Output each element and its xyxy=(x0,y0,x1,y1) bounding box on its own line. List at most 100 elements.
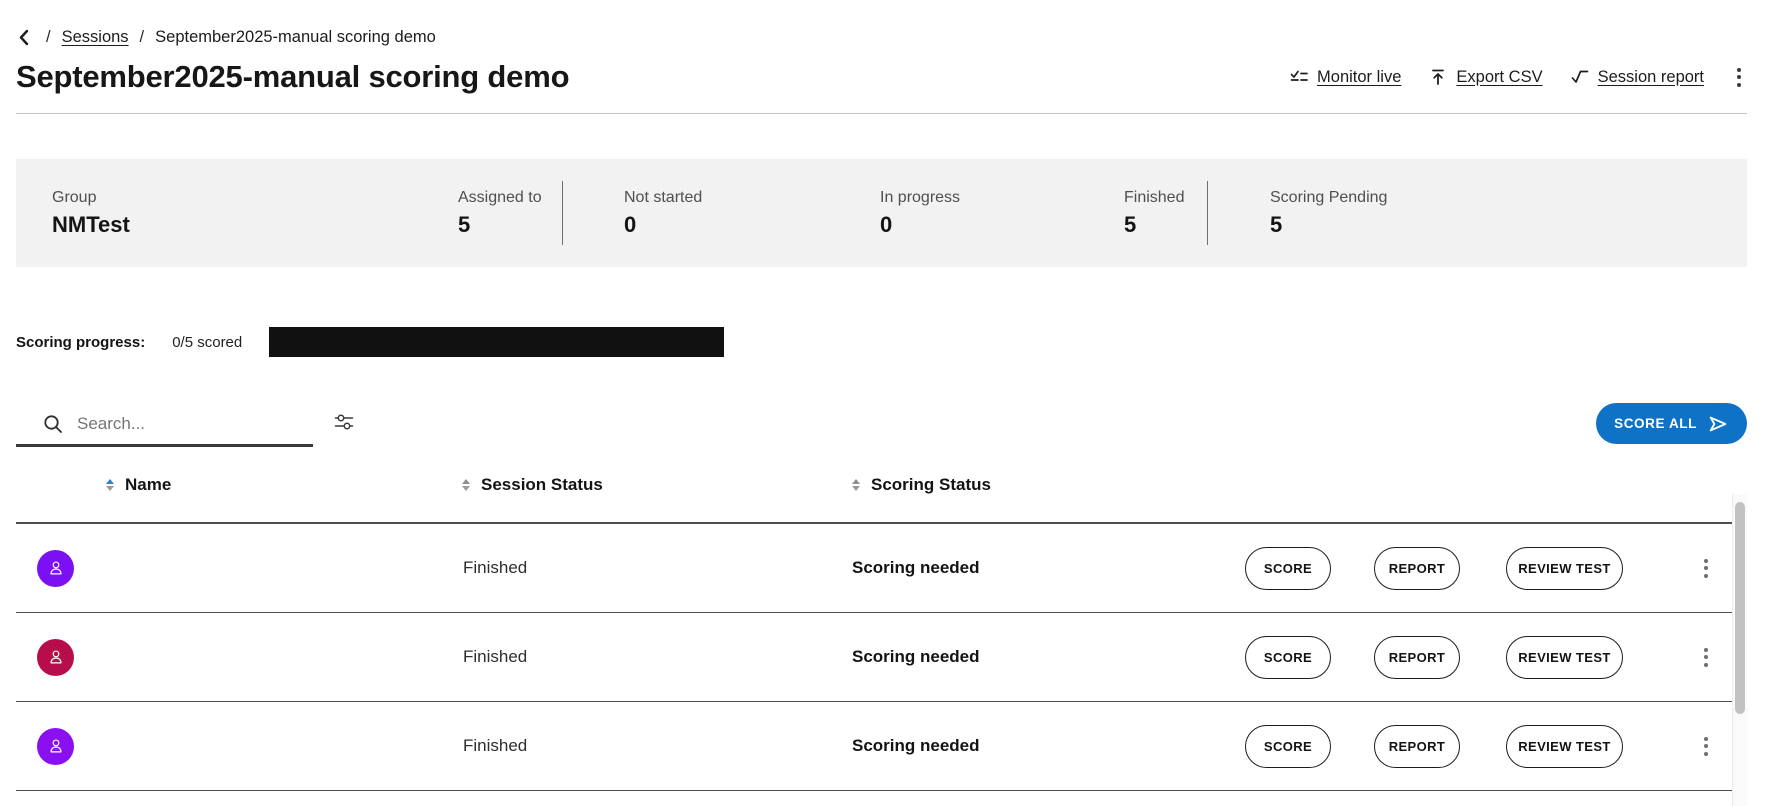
chevron-left-icon xyxy=(16,28,33,47)
review-test-button[interactable]: REVIEW TEST xyxy=(1506,725,1623,768)
scoring-status-cell: Scoring needed xyxy=(836,736,1236,756)
stat-in-progress: In progress 0 xyxy=(880,189,1124,238)
page-title: September2025-manual scoring demo xyxy=(16,59,569,95)
person-icon xyxy=(45,646,67,668)
session-report-label: Session report xyxy=(1598,68,1704,87)
scoring-progress-bar xyxy=(269,327,724,357)
row-actions: SCORE REPORT REVIEW TEST xyxy=(1236,725,1747,768)
stat-not-started: Not started 0 xyxy=(624,189,880,238)
stat-assigned-label: Assigned to xyxy=(458,189,562,207)
column-header-scoring-status-label: Scoring Status xyxy=(871,475,991,495)
row-actions: SCORE REPORT REVIEW TEST xyxy=(1236,547,1747,590)
score-button[interactable]: SCORE xyxy=(1245,547,1331,590)
avatar[interactable] xyxy=(37,639,74,676)
table-row: Finished Scoring needed SCORE REPORT REV… xyxy=(16,524,1747,613)
filter-button[interactable] xyxy=(333,411,355,433)
session-status-cell: Finished xyxy=(446,558,836,578)
stat-in-progress-value: 0 xyxy=(880,212,1124,238)
stat-not-started-label: Not started xyxy=(624,189,880,207)
avatar[interactable] xyxy=(37,728,74,765)
review-test-button[interactable]: REVIEW TEST xyxy=(1506,636,1623,679)
name-cell xyxy=(16,639,446,676)
monitor-live-icon xyxy=(1289,67,1309,87)
monitor-live-label: Monitor live xyxy=(1317,68,1401,87)
table-scrollbar-track[interactable] xyxy=(1732,494,1747,806)
candidates-table: Name Session Status Scoring Status xyxy=(16,447,1747,791)
score-all-button[interactable]: SCORE ALL xyxy=(1596,403,1747,444)
stat-group-value: NMTest xyxy=(52,212,458,238)
scoring-status-cell: Scoring needed xyxy=(836,647,1236,667)
title-row: September2025-manual scoring demo Monito… xyxy=(16,59,1747,95)
session-stats-bar: Group NMTest Assigned to 5 Not started 0… xyxy=(16,159,1747,267)
upload-icon xyxy=(1428,67,1448,87)
stat-finished-value: 5 xyxy=(1124,212,1207,238)
stat-in-progress-label: In progress xyxy=(880,189,1124,207)
report-button[interactable]: REPORT xyxy=(1374,547,1460,590)
report-button[interactable]: REPORT xyxy=(1374,725,1460,768)
row-more-menu[interactable] xyxy=(1698,555,1714,582)
stat-assigned-to: Assigned to 5 xyxy=(458,189,562,238)
monitor-live-link[interactable]: Monitor live xyxy=(1289,67,1401,87)
stat-scoring-pending-value: 5 xyxy=(1270,212,1387,238)
search-icon xyxy=(42,413,64,435)
person-icon xyxy=(45,735,67,757)
stat-scoring-pending-label: Scoring Pending xyxy=(1270,189,1387,207)
score-all-label: SCORE ALL xyxy=(1614,416,1697,431)
row-more-menu[interactable] xyxy=(1698,644,1714,671)
stat-finished-label: Finished xyxy=(1124,189,1207,207)
header-divider xyxy=(16,113,1747,114)
name-cell xyxy=(16,728,446,765)
session-status-cell: Finished xyxy=(446,736,836,756)
session-report-link[interactable]: Session report xyxy=(1570,67,1704,87)
breadcrumb-current: September2025-manual scoring demo xyxy=(155,28,436,47)
table-toolbar: SCORE ALL xyxy=(16,403,1747,447)
sort-icon[interactable] xyxy=(852,479,860,491)
column-header-name-label: Name xyxy=(125,475,171,495)
stat-group-label: Group xyxy=(52,189,458,207)
stat-finished: Finished 5 xyxy=(1124,189,1207,238)
tune-filter-icon xyxy=(333,411,355,433)
review-test-button[interactable]: REVIEW TEST xyxy=(1506,547,1623,590)
stats-divider xyxy=(562,181,563,245)
export-csv-label: Export CSV xyxy=(1456,68,1542,87)
breadcrumb-separator: / xyxy=(46,28,51,47)
score-button[interactable]: SCORE xyxy=(1245,725,1331,768)
search-field[interactable] xyxy=(16,403,313,447)
column-header-scoring-status[interactable]: Scoring Status xyxy=(836,475,1236,495)
back-button[interactable] xyxy=(16,28,33,47)
search-input[interactable] xyxy=(77,414,277,434)
name-cell xyxy=(16,550,446,587)
send-icon xyxy=(1707,413,1729,435)
breadcrumb-separator: / xyxy=(140,28,145,47)
scoring-progress-label: Scoring progress: xyxy=(16,334,145,351)
row-actions: SCORE REPORT REVIEW TEST xyxy=(1236,636,1747,679)
report-button[interactable]: REPORT xyxy=(1374,636,1460,679)
avatar[interactable] xyxy=(37,550,74,587)
table-header-row: Name Session Status Scoring Status xyxy=(16,447,1747,524)
header-more-menu[interactable] xyxy=(1731,64,1747,91)
header-actions: Monitor live Export CSV Session report xyxy=(1289,64,1747,91)
row-more-menu[interactable] xyxy=(1698,733,1714,760)
export-csv-link[interactable]: Export CSV xyxy=(1428,67,1542,87)
session-detail-page: / Sessions / September2025-manual scorin… xyxy=(0,24,1792,791)
table-scrollbar-thumb[interactable] xyxy=(1735,502,1745,714)
stat-scoring-pending: Scoring Pending 5 xyxy=(1270,189,1387,238)
score-button[interactable]: SCORE xyxy=(1245,636,1331,679)
scoring-status-cell: Scoring needed xyxy=(836,558,1236,578)
column-header-session-status-label: Session Status xyxy=(481,475,603,495)
sort-icon[interactable] xyxy=(462,479,470,491)
table-row: Finished Scoring needed SCORE REPORT REV… xyxy=(16,613,1747,702)
column-header-name[interactable]: Name xyxy=(16,475,446,495)
scoring-progress-status: 0/5 scored xyxy=(172,334,242,351)
person-icon xyxy=(45,557,67,579)
table-row: Finished Scoring needed SCORE REPORT REV… xyxy=(16,702,1747,791)
report-check-icon xyxy=(1570,67,1590,87)
stat-not-started-value: 0 xyxy=(624,212,880,238)
stats-divider xyxy=(1207,181,1208,245)
stat-group: Group NMTest xyxy=(52,189,458,238)
session-status-cell: Finished xyxy=(446,647,836,667)
breadcrumb-sessions-link[interactable]: Sessions xyxy=(62,28,129,47)
sort-icon[interactable] xyxy=(106,479,114,491)
column-header-session-status[interactable]: Session Status xyxy=(446,475,836,495)
breadcrumb: / Sessions / September2025-manual scorin… xyxy=(16,24,1747,50)
